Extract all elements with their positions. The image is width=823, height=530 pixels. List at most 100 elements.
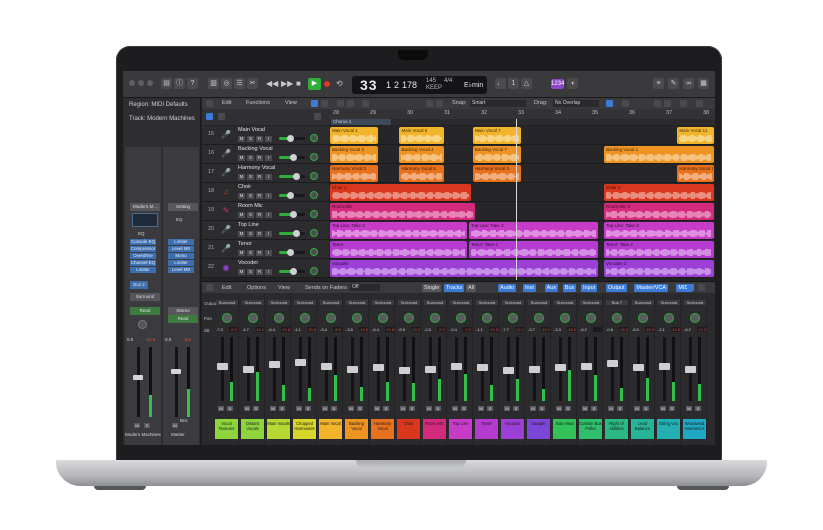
channel-name[interactable]: Vocoder [501, 419, 524, 439]
eq-thumbnail[interactable] [132, 213, 158, 227]
track-header[interactable]: 22 ◉ Vocoder M S R I [202, 259, 329, 278]
track-lane[interactable]: Room Mic Room Mic 2 [329, 202, 715, 221]
channel-name[interactable]: Tenor [475, 419, 498, 439]
mute-button[interactable]: M [238, 231, 245, 237]
grid-view-icon[interactable] [321, 100, 328, 107]
output-slot[interactable]: Surround [398, 300, 420, 305]
output-slot[interactable]: Surround [632, 300, 654, 305]
volume-fader[interactable] [373, 364, 384, 372]
solo-button[interactable]: S [247, 231, 254, 237]
output-slot[interactable]: Surround [372, 300, 394, 305]
channel-name[interactable]: Side Heal [553, 419, 576, 439]
pan-knob[interactable] [586, 313, 596, 323]
pan-knob[interactable] [248, 313, 258, 323]
volume-fader[interactable] [321, 362, 332, 370]
audio-region[interactable]: Backing Vocal 7 [472, 146, 521, 163]
audio-region[interactable]: Harmony Vocal 3 [472, 165, 521, 182]
count-in-icon[interactable]: 1 [508, 78, 519, 89]
automation-mode[interactable]: Read [130, 307, 160, 315]
audio-region[interactable]: Top Line: Take 3 [604, 222, 714, 239]
output-slot[interactable]: Surround [216, 300, 238, 305]
track-inspector-label[interactable]: Track: Modern Machines [129, 116, 195, 122]
record-enable-button[interactable]: R [256, 250, 263, 256]
track-name[interactable]: Room Mic [238, 203, 263, 209]
record-button[interactable] [324, 81, 330, 87]
loop-browser-icon[interactable]: ∞ [683, 78, 694, 89]
sends-on-faders-select[interactable]: Off [350, 284, 380, 291]
input-monitor-button[interactable]: I [265, 193, 272, 199]
tuner-icon[interactable]: ♩ [495, 78, 506, 89]
notes-icon[interactable]: ✎ [668, 78, 679, 89]
output-slot[interactable]: Surround [580, 300, 602, 305]
solo-button[interactable]: S [487, 406, 493, 411]
pan-knob[interactable] [300, 313, 310, 323]
rewind-icon[interactable]: ◀◀ [266, 79, 278, 88]
automation-mode[interactable]: Read [168, 315, 198, 323]
output-slot[interactable]: Surround [554, 300, 576, 305]
list-view-icon[interactable] [311, 100, 318, 107]
close-window-button[interactable] [129, 80, 135, 86]
track-pan-knob[interactable] [310, 153, 318, 161]
solo-button[interactable]: S [253, 406, 259, 411]
mute-button[interactable]: M [634, 406, 640, 411]
microphone-icon[interactable]: 🎤 [221, 149, 231, 159]
solo-button[interactable]: S [279, 406, 285, 411]
track-name[interactable]: Tenor [238, 241, 252, 247]
lcd-display[interactable]: 33 1 2 178 145 KEEP 4/4 E♭min [352, 76, 487, 94]
track-pan-knob[interactable] [310, 229, 318, 237]
mixer-edit-menu[interactable]: Edit [222, 285, 231, 291]
pan-knob[interactable] [508, 313, 518, 323]
mute-button[interactable]: M [134, 423, 140, 428]
pan-knob[interactable] [138, 320, 147, 329]
record-enable-button[interactable]: R [256, 212, 263, 218]
channel-name[interactable]: Main Vocal [319, 419, 342, 439]
output-slot[interactable]: Surround [658, 300, 680, 305]
mute-button[interactable]: M [172, 423, 178, 428]
play-button[interactable]: ▶ [308, 78, 321, 90]
solo-button[interactable]: S [383, 406, 389, 411]
track-header[interactable]: 19 ✎ Room Mic M S R I [202, 202, 329, 221]
mute-button[interactable]: M [530, 406, 536, 411]
filter-master-vca[interactable]: Master/VCA [634, 284, 669, 292]
solo-button[interactable]: S [331, 406, 337, 411]
audio-region[interactable]: Harmony Vocal 1 [677, 165, 714, 182]
metronome-icon[interactable]: △ [521, 78, 532, 89]
narrow-view-icon[interactable] [698, 284, 705, 291]
record-enable-button[interactable]: R [256, 231, 263, 237]
mixer-options-menu[interactable]: Options [247, 285, 266, 291]
audio-region[interactable]: Main Vocal 1 [330, 127, 379, 144]
track-pan-knob[interactable] [310, 191, 318, 199]
plugin-slot[interactable]: Mono [168, 253, 194, 259]
pencil-tool-icon[interactable] [436, 100, 443, 107]
channel-name[interactable]: Choir [397, 419, 420, 439]
volume-fader[interactable] [243, 365, 254, 373]
channel-name[interactable]: Custom Bus Polka [579, 419, 602, 439]
new-track-icon[interactable] [206, 113, 213, 120]
master-volume-icon[interactable]: ◖ [567, 78, 578, 89]
channel-name[interactable]: Top Line [449, 419, 472, 439]
mute-button[interactable]: M [238, 174, 245, 180]
solo-button[interactable]: S [617, 406, 623, 411]
filter-audio[interactable]: Audio [498, 284, 517, 292]
input-monitor-button[interactable]: I [265, 269, 272, 275]
smart-controls-icon[interactable]: ◎ [221, 78, 232, 89]
solo-button[interactable]: S [695, 406, 701, 411]
channel-name[interactable]: Room Mic [423, 419, 446, 439]
mixer-view-menu[interactable]: View [278, 285, 290, 291]
channel-name[interactable]: Distant Vocals [241, 419, 264, 439]
strip-setting-button[interactable]: Setting [168, 203, 198, 211]
channel-name[interactable]: Sample [527, 419, 550, 439]
record-enable-button[interactable]: R [256, 174, 263, 180]
library-icon[interactable]: ▤ [161, 78, 172, 89]
mute-button[interactable]: M [296, 406, 302, 411]
track-lane[interactable]: Tenor Tenor: Take 2 Tenor: Take 2 [329, 240, 715, 259]
pan-knob[interactable] [612, 313, 622, 323]
track-volume-slider[interactable] [279, 230, 305, 237]
pointer-icon[interactable] [426, 100, 433, 107]
output-slot[interactable]: Surround [502, 300, 524, 305]
output-slot[interactable]: Surround [320, 300, 342, 305]
audio-region[interactable]: Room Mic [330, 203, 475, 220]
solo-button[interactable]: S [247, 212, 254, 218]
channel-name[interactable]: Right of Abilities [605, 419, 628, 439]
track-pan-knob[interactable] [310, 210, 318, 218]
